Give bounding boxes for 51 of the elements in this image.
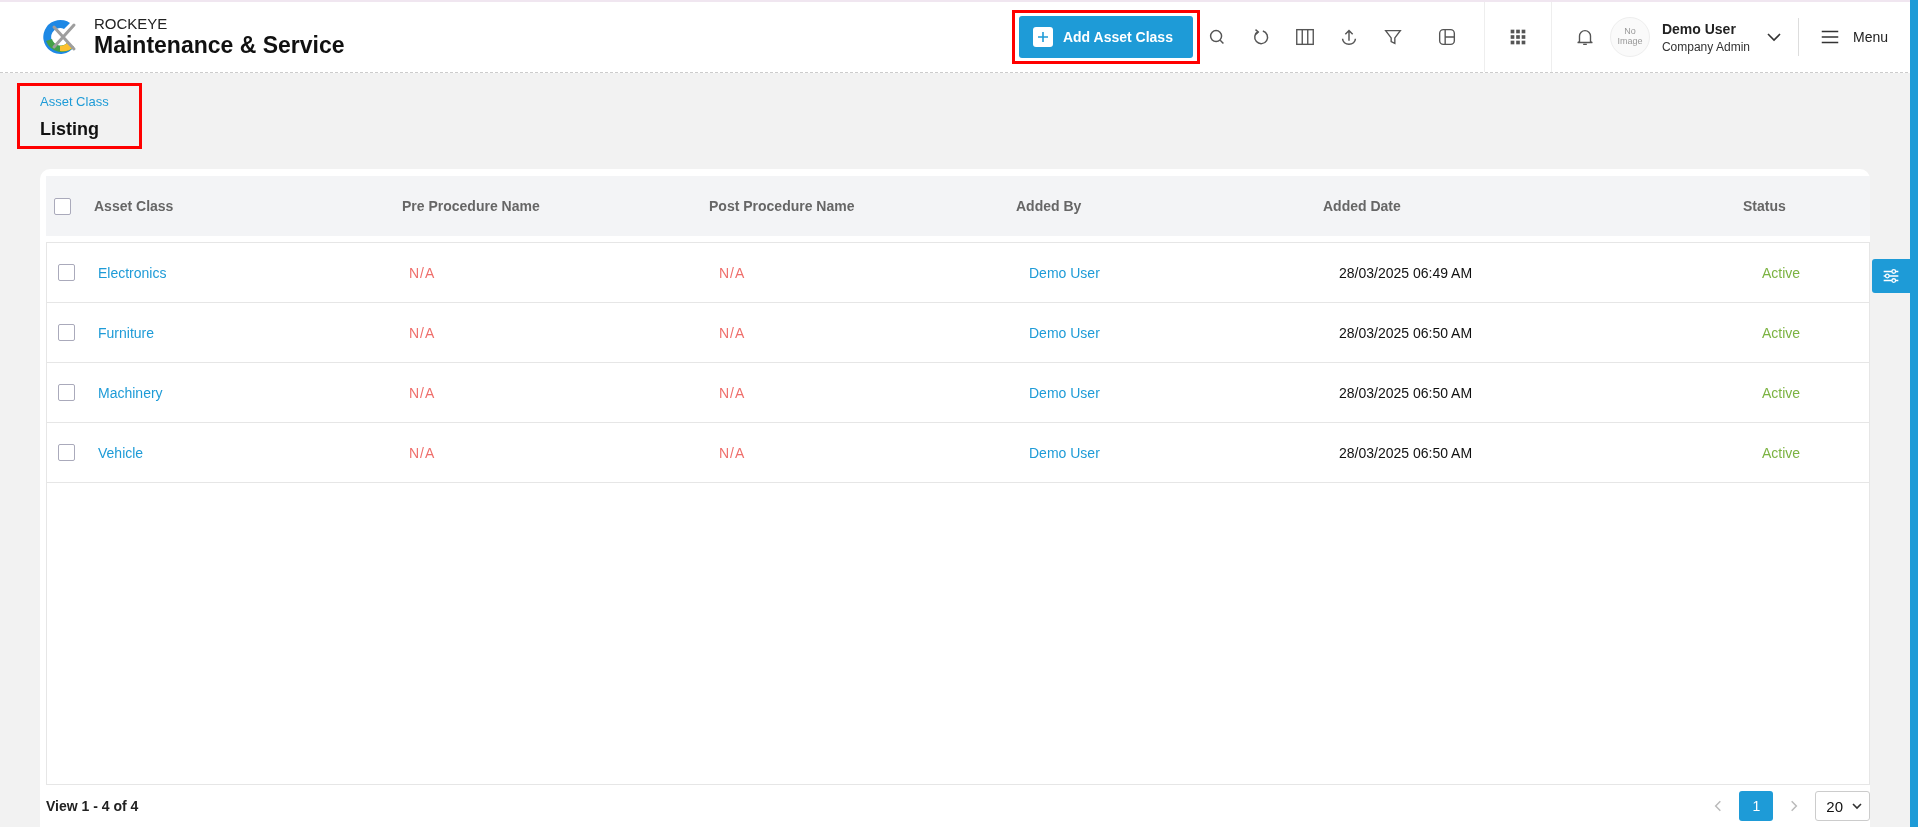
- page-size-select[interactable]: 20: [1815, 791, 1870, 821]
- select-all-checkbox[interactable]: [54, 197, 71, 215]
- table-cell: 28/03/2025 06:50 AM: [1339, 324, 1473, 341]
- table-cell: 28/03/2025 06:50 AM: [1339, 384, 1473, 401]
- column-header: Pre Procedure Name: [402, 198, 541, 214]
- column-header: Status: [1743, 198, 1787, 214]
- user-name: Demo User: [1661, 20, 1737, 37]
- status-text: Active: [1762, 264, 1801, 281]
- avatar: No Image: [1609, 17, 1650, 57]
- page-title: Listing: [40, 119, 100, 140]
- row-title-link[interactable]: Furniture: [98, 324, 155, 341]
- table-cell: N/A: [409, 444, 436, 461]
- table-cell: 28/03/2025 06:50 AM: [1339, 444, 1473, 461]
- record-count: View 1 - 4 of 4: [46, 798, 139, 814]
- column-header: Post Procedure Name: [709, 198, 856, 214]
- breadcrumb-link[interactable]: Asset Class: [40, 94, 109, 109]
- table-cell: N/A: [719, 324, 746, 341]
- user-role: Company Admin: [1661, 39, 1750, 54]
- column-header: Added Date: [1323, 198, 1402, 214]
- status-text: Active: [1762, 324, 1801, 341]
- row-title-link[interactable]: Electronics: [98, 264, 167, 281]
- row-checkbox[interactable]: [58, 384, 75, 401]
- row-checkbox[interactable]: [58, 324, 75, 341]
- table-cell: N/A: [409, 384, 436, 401]
- table-cell: N/A: [409, 264, 436, 281]
- columns-icon[interactable]: [1293, 26, 1316, 48]
- column-header: Asset Class: [94, 198, 175, 214]
- user-link[interactable]: Demo User: [1029, 384, 1100, 401]
- status-text: Active: [1762, 384, 1801, 401]
- row-checkbox[interactable]: [58, 444, 75, 461]
- row-checkbox[interactable]: [58, 264, 75, 281]
- plus-icon: [1032, 27, 1053, 47]
- chevron-down-icon: [1851, 800, 1863, 812]
- add-asset-class-button[interactable]: Add Asset Class: [1018, 16, 1193, 58]
- user-link[interactable]: Demo User: [1029, 324, 1100, 341]
- page-button[interactable]: 1: [1739, 791, 1774, 821]
- brand-subtitle: ROCKEYE: [94, 15, 169, 32]
- table-cell: N/A: [719, 264, 746, 281]
- brand-title: Maintenance & Service: [94, 32, 345, 59]
- status-text: Active: [1762, 444, 1801, 461]
- table-cell: N/A: [719, 444, 746, 461]
- user-link[interactable]: Demo User: [1029, 444, 1100, 461]
- row-title-link[interactable]: Vehicle: [98, 444, 144, 461]
- row-title-link[interactable]: Machinery: [98, 384, 163, 401]
- settings-tab[interactable]: [1872, 259, 1910, 293]
- user-link[interactable]: Demo User: [1029, 264, 1100, 281]
- table-cell: N/A: [409, 324, 436, 341]
- column-header: Added By: [1016, 198, 1083, 214]
- table-cell: 28/03/2025 06:49 AM: [1339, 264, 1473, 281]
- table-cell: N/A: [719, 384, 746, 401]
- menu-button[interactable]: Menu: [1818, 26, 1888, 48]
